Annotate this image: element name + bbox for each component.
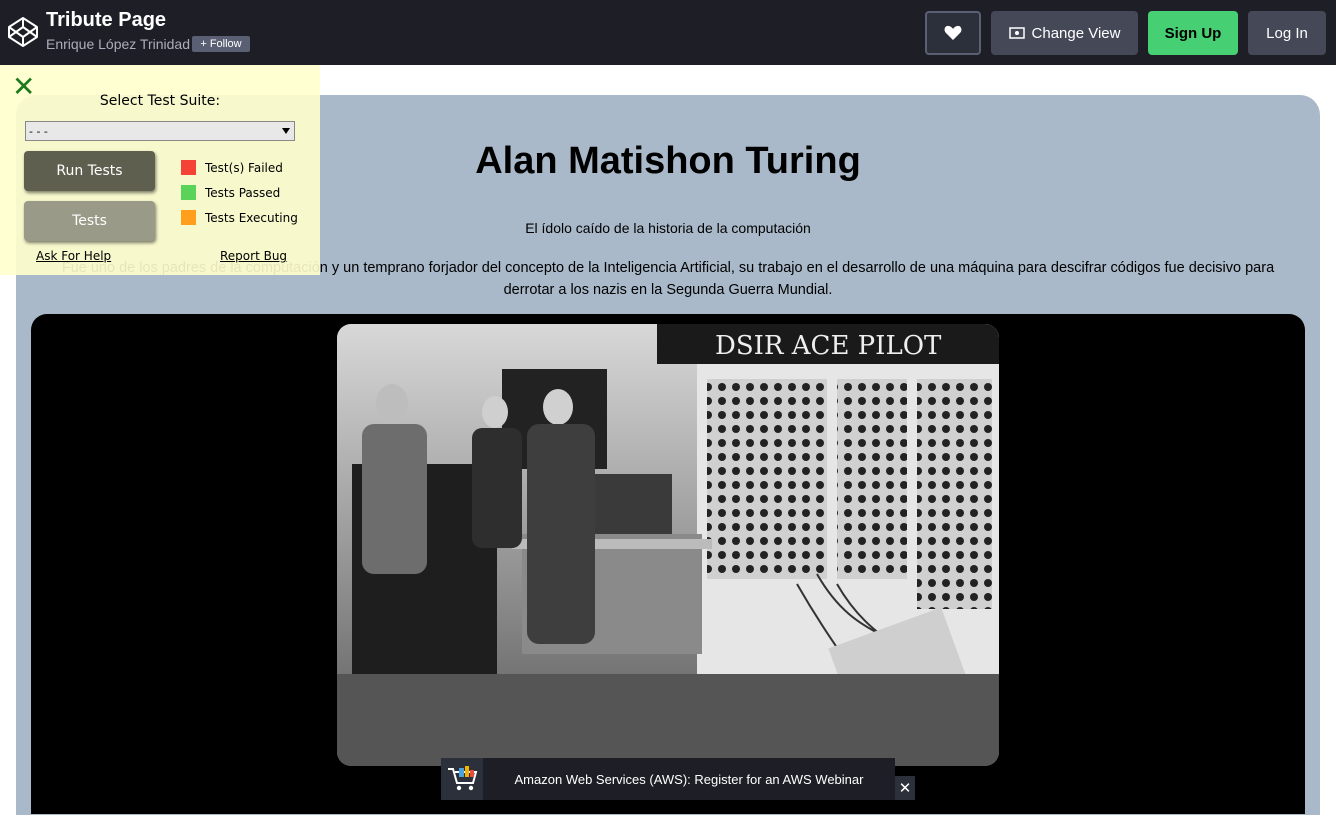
heart-icon	[944, 25, 962, 40]
failed-swatch	[181, 160, 196, 175]
test-suite-select[interactable]: - - -	[25, 121, 295, 141]
report-bug-link[interactable]: Report Bug	[220, 249, 287, 263]
plus-icon: +	[200, 38, 207, 50]
ad-text[interactable]: Amazon Web Services (AWS): Register for …	[483, 772, 895, 787]
like-button[interactable]	[925, 11, 981, 55]
executing-swatch	[181, 210, 196, 225]
codepen-header: Tribute Page Enrique López Trinidad + Fo…	[0, 0, 1336, 65]
suite-select-value: - - -	[29, 124, 48, 138]
ad-banner[interactable]: Amazon Web Services (AWS): Register for …	[441, 758, 895, 800]
cart-icon	[441, 758, 483, 800]
change-view-label: Change View	[1031, 24, 1121, 42]
follow-button[interactable]: + Follow	[192, 36, 250, 52]
ask-for-help-link[interactable]: Ask For Help	[36, 249, 111, 263]
suite-label: Select Test Suite:	[99, 93, 221, 109]
photo-sign-text: DSIR ACE PILOT	[715, 331, 942, 361]
legend-executing: Tests Executing	[181, 210, 298, 225]
layout-icon	[1008, 27, 1025, 39]
legend-executing-label: Tests Executing	[205, 210, 298, 225]
author-name[interactable]: Enrique López Trinidad	[46, 36, 190, 52]
chevron-down-icon	[282, 128, 290, 134]
signup-button[interactable]: Sign Up	[1148, 11, 1238, 55]
close-ad-icon[interactable]: ✕	[895, 776, 915, 800]
login-button[interactable]: Log In	[1248, 11, 1326, 55]
codepen-logo-icon[interactable]	[7, 16, 39, 48]
follow-label: Follow	[209, 38, 242, 50]
tribute-photo: DSIR ACE PILOT	[337, 324, 999, 766]
pen-title: Tribute Page	[46, 9, 167, 31]
run-tests-button[interactable]: Run Tests	[24, 151, 155, 191]
change-view-button[interactable]: Change View	[991, 11, 1138, 55]
tests-button[interactable]: Tests	[24, 201, 155, 241]
legend-passed-label: Tests Passed	[205, 185, 281, 200]
passed-swatch	[181, 185, 196, 200]
legend-failed-label: Test(s) Failed	[205, 160, 283, 175]
legend-passed: Tests Passed	[181, 185, 280, 200]
test-suite-panel: ✕ Select Test Suite: - - - Run Tests Tes…	[0, 65, 320, 275]
legend-failed: Test(s) Failed	[181, 160, 283, 175]
